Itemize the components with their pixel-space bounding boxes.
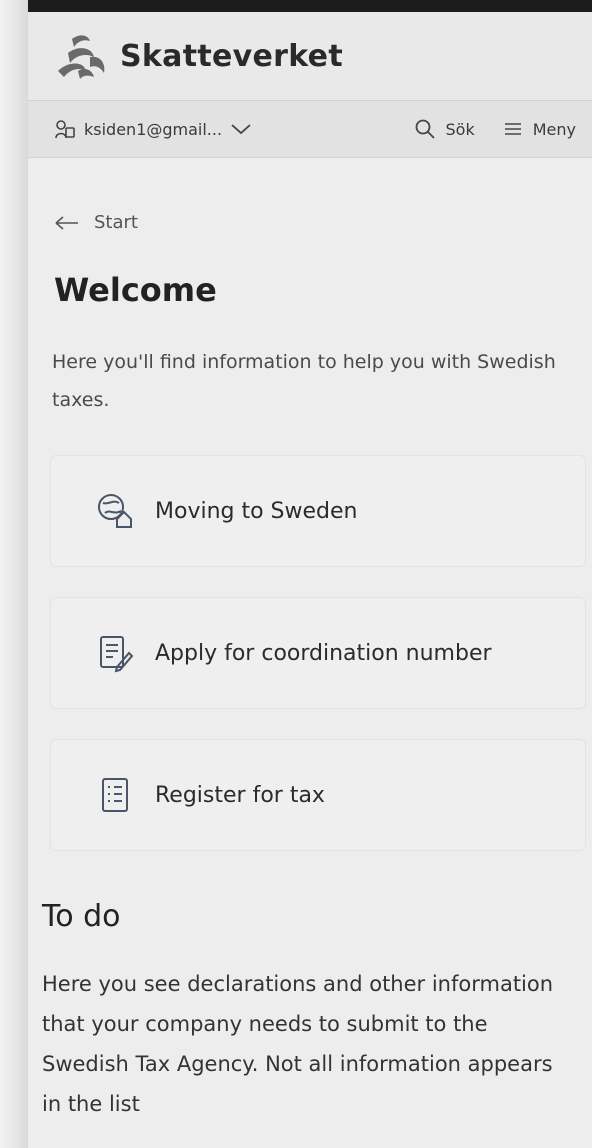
todo-description: Here you see declarations and other info… (42, 972, 554, 1116)
skatteverket-logo-icon[interactable] (54, 31, 110, 81)
phone-screen: Skatteverket ksiden1@gmail... Sök Meny S… (28, 12, 592, 1148)
breadcrumb-back-link[interactable]: Start (54, 212, 138, 233)
search-button[interactable]: Sök (414, 118, 475, 140)
search-label: Sök (445, 119, 475, 139)
document-pen-icon (100, 636, 134, 673)
globe-house-icon (98, 494, 132, 528)
menu-label: Meny (532, 119, 576, 139)
card-label: Register for tax (155, 782, 325, 808)
chevron-down-icon (231, 124, 251, 135)
account-label: ksiden1@gmail... (84, 119, 223, 139)
top-toolbar: ksiden1@gmail... Sök Meny (28, 100, 592, 158)
card-register-for-tax[interactable]: Register for tax (50, 739, 586, 851)
card-label: Moving to Sweden (155, 498, 358, 524)
form-list-icon (102, 778, 128, 812)
hamburger-menu-icon (504, 123, 521, 135)
search-icon (415, 119, 435, 139)
page-title: Welcome (54, 271, 217, 309)
card-apply-coordination-number[interactable]: Apply for coordination number (50, 597, 586, 709)
device-bezel-top (0, 0, 592, 12)
card-moving-to-sweden[interactable]: Moving to Sweden (50, 455, 586, 567)
device-bezel-left (0, 0, 28, 1148)
todo-heading: To do (42, 899, 121, 934)
menu-button[interactable]: Meny (503, 120, 576, 139)
intro-text: Here you'll find information to help you… (52, 351, 556, 411)
site-header: Skatteverket (28, 12, 592, 100)
brand-name: Skatteverket (120, 38, 343, 74)
card-label: Apply for coordination number (155, 640, 492, 666)
breadcrumb-label: Start (94, 212, 138, 233)
account-dropdown[interactable]: ksiden1@gmail... (54, 118, 252, 140)
user-key-icon (55, 120, 75, 139)
arrow-left-icon (55, 215, 78, 230)
